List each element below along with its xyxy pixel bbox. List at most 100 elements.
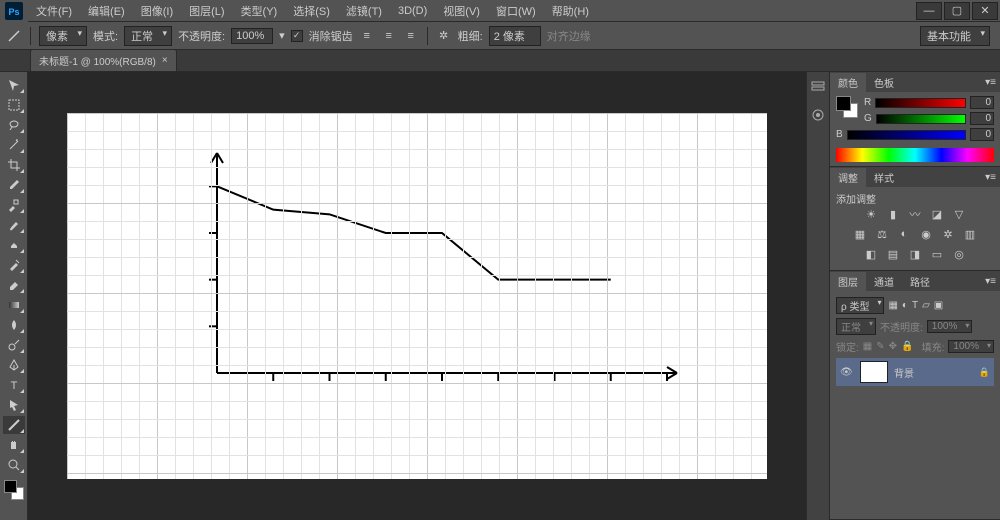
lock-pixels-icon[interactable]: ✎ bbox=[876, 341, 884, 352]
zoom-tool[interactable] bbox=[3, 456, 25, 474]
history-panel-icon[interactable] bbox=[809, 78, 827, 96]
lookup-icon[interactable]: ▥ bbox=[962, 226, 978, 242]
menu-file[interactable]: 文件(F) bbox=[28, 0, 80, 21]
crop-tool[interactable] bbox=[3, 156, 25, 174]
tab-channels[interactable]: 通道 bbox=[866, 272, 902, 291]
tab-styles[interactable]: 样式 bbox=[866, 168, 902, 187]
unit-dropdown[interactable]: 像素 bbox=[39, 26, 87, 46]
foreground-color-swatch[interactable] bbox=[4, 480, 17, 493]
posterize-icon[interactable]: ▤ bbox=[885, 246, 901, 262]
opacity-input[interactable]: 100% bbox=[231, 28, 273, 44]
weight-input[interactable]: 2 像素 bbox=[489, 26, 541, 46]
path-selection-tool[interactable] bbox=[3, 396, 25, 414]
menu-window[interactable]: 窗口(W) bbox=[488, 0, 544, 21]
invert-icon[interactable]: ◧ bbox=[863, 246, 879, 262]
curves-icon[interactable]: 〰 bbox=[907, 206, 923, 222]
healing-brush-tool[interactable] bbox=[3, 196, 25, 214]
gradient-map-icon[interactable]: ▭ bbox=[929, 246, 945, 262]
move-tool[interactable] bbox=[3, 76, 25, 94]
levels-icon[interactable]: ▮ bbox=[885, 206, 901, 222]
menu-layer[interactable]: 图层(L) bbox=[181, 0, 232, 21]
pen-tool[interactable] bbox=[3, 356, 25, 374]
foreground-background-colors[interactable] bbox=[4, 480, 24, 500]
threshold-icon[interactable]: ◨ bbox=[907, 246, 923, 262]
g-value[interactable]: 0 bbox=[970, 112, 994, 125]
align-center-icon[interactable]: ≡ bbox=[381, 28, 397, 44]
magic-wand-tool[interactable] bbox=[3, 136, 25, 154]
layer-thumbnail[interactable] bbox=[860, 361, 888, 383]
minimize-button[interactable]: — bbox=[916, 2, 942, 20]
menu-help[interactable]: 帮助(H) bbox=[544, 0, 597, 21]
eyedropper-tool[interactable] bbox=[3, 176, 25, 194]
panel-menu-icon[interactable]: ▾≡ bbox=[981, 77, 1000, 88]
lock-all-icon[interactable]: 🔒 bbox=[901, 341, 913, 352]
menu-view[interactable]: 视图(V) bbox=[435, 0, 488, 21]
type-tool[interactable]: T bbox=[3, 376, 25, 394]
g-slider[interactable] bbox=[876, 114, 966, 124]
vibrance-icon[interactable]: ▽ bbox=[951, 206, 967, 222]
r-slider[interactable] bbox=[875, 98, 966, 108]
tab-swatches[interactable]: 色板 bbox=[866, 73, 902, 92]
properties-panel-icon[interactable] bbox=[809, 106, 827, 124]
tab-layers[interactable]: 图层 bbox=[830, 272, 866, 291]
layer-opacity-input[interactable]: 100% bbox=[927, 320, 973, 333]
lasso-tool[interactable] bbox=[3, 116, 25, 134]
menu-image[interactable]: 图像(I) bbox=[133, 0, 181, 21]
lock-position-icon[interactable]: ✥ bbox=[889, 341, 897, 352]
exposure-icon[interactable]: ◪ bbox=[929, 206, 945, 222]
menu-type[interactable]: 类型(Y) bbox=[233, 0, 286, 21]
maximize-button[interactable]: ▢ bbox=[944, 2, 970, 20]
document-tab[interactable]: 未标题-1 @ 100%(RGB/8) × bbox=[30, 49, 177, 71]
close-button[interactable]: ✕ bbox=[972, 2, 998, 20]
tab-color[interactable]: 颜色 bbox=[830, 73, 866, 92]
b-value[interactable]: 0 bbox=[970, 128, 994, 141]
color-spectrum[interactable] bbox=[836, 148, 994, 162]
line-shape-tool[interactable] bbox=[3, 416, 25, 434]
antialias-checkbox[interactable]: ✓ bbox=[291, 30, 303, 42]
selective-color-icon[interactable]: ◎ bbox=[951, 246, 967, 262]
filter-smart-icon[interactable]: ▣ bbox=[934, 300, 943, 311]
photo-filter-icon[interactable]: ◉ bbox=[918, 226, 934, 242]
panel-menu-icon[interactable]: ▾≡ bbox=[981, 276, 1000, 287]
tab-close-icon[interactable]: × bbox=[162, 55, 168, 66]
r-value[interactable]: 0 bbox=[970, 96, 994, 109]
workspace-dropdown[interactable]: 基本功能 bbox=[920, 26, 990, 46]
panel-menu-icon[interactable]: ▾≡ bbox=[981, 172, 1000, 183]
tab-paths[interactable]: 路径 bbox=[902, 272, 938, 291]
align-right-icon[interactable]: ≡ bbox=[403, 28, 419, 44]
layer-filter-dropdown[interactable]: ρ 类型 bbox=[836, 297, 884, 314]
visibility-icon[interactable]: 👁 bbox=[840, 367, 854, 378]
clone-stamp-tool[interactable] bbox=[3, 236, 25, 254]
filter-pixel-icon[interactable]: ▦ bbox=[888, 300, 897, 311]
channel-mixer-icon[interactable]: ✲ bbox=[940, 226, 956, 242]
gradient-tool[interactable] bbox=[3, 296, 25, 314]
tab-adjustments[interactable]: 调整 bbox=[830, 168, 866, 187]
layer-row[interactable]: 👁 背景 🔒 bbox=[836, 358, 994, 386]
b-slider[interactable] bbox=[847, 130, 966, 140]
filter-shape-icon[interactable]: ▱ bbox=[922, 300, 930, 311]
blend-mode-dropdown[interactable]: 正常 bbox=[836, 318, 876, 335]
canvas[interactable] bbox=[67, 113, 767, 479]
menu-3d[interactable]: 3D(D) bbox=[390, 0, 435, 21]
hue-icon[interactable]: ▦ bbox=[852, 226, 868, 242]
menu-filter[interactable]: 滤镜(T) bbox=[338, 0, 390, 21]
blur-tool[interactable] bbox=[3, 316, 25, 334]
gear-icon[interactable]: ✲ bbox=[436, 28, 452, 44]
eraser-tool[interactable] bbox=[3, 276, 25, 294]
fill-input[interactable]: 100% bbox=[948, 340, 994, 353]
balance-icon[interactable]: ⚖ bbox=[874, 226, 890, 242]
color-swatch[interactable] bbox=[836, 96, 858, 118]
bw-icon[interactable]: ◐ bbox=[896, 226, 912, 242]
brightness-icon[interactable]: ☀ bbox=[863, 206, 879, 222]
hand-tool[interactable] bbox=[3, 436, 25, 454]
lock-transparent-icon[interactable]: ▦ bbox=[863, 341, 872, 352]
dodge-tool[interactable] bbox=[3, 336, 25, 354]
line-tool-icon[interactable] bbox=[6, 28, 22, 44]
history-brush-tool[interactable] bbox=[3, 256, 25, 274]
menu-select[interactable]: 选择(S) bbox=[285, 0, 338, 21]
marquee-tool[interactable] bbox=[3, 96, 25, 114]
align-left-icon[interactable]: ≡ bbox=[359, 28, 375, 44]
filter-adjust-icon[interactable]: ◐ bbox=[902, 300, 908, 311]
mode-dropdown[interactable]: 正常 bbox=[124, 26, 172, 46]
filter-type-icon[interactable]: T bbox=[912, 300, 918, 311]
